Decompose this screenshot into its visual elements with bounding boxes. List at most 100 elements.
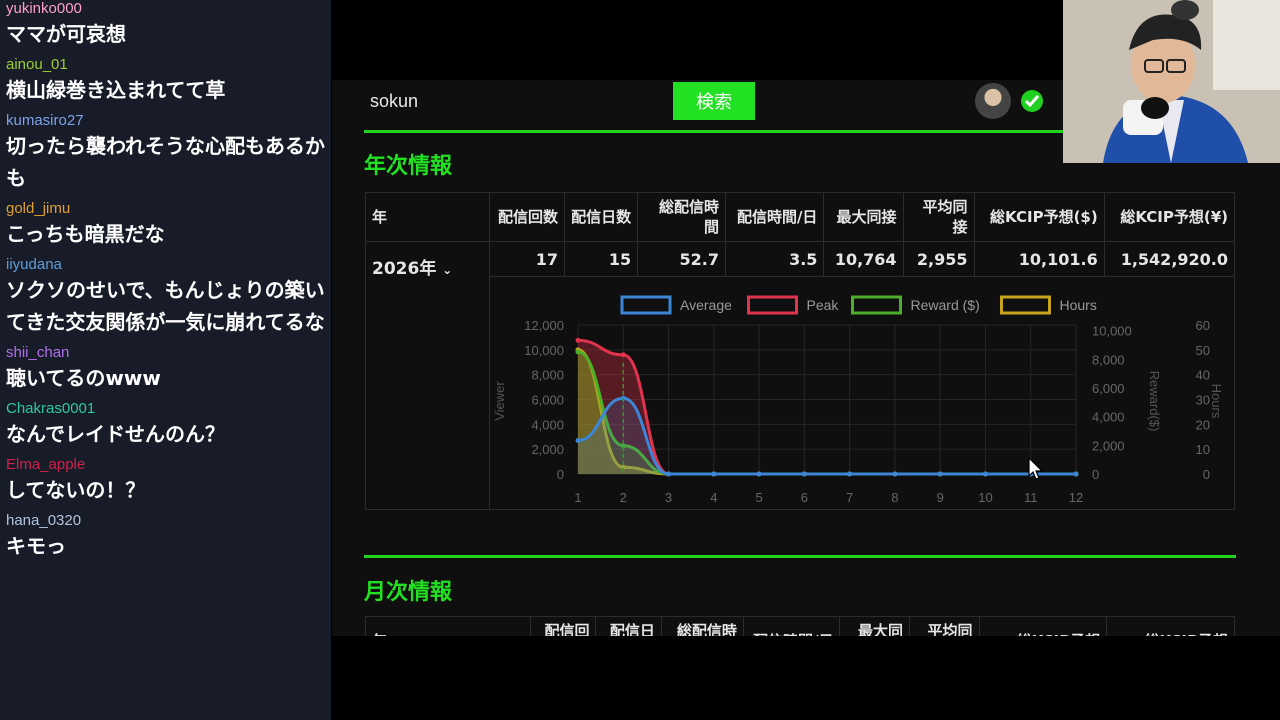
m-header-avg-viewers: 平均同接 [909, 616, 980, 636]
chat-text: こっちも暗黒だな [6, 222, 165, 246]
username-label: sokun [370, 91, 419, 111]
header-stream-days: 配信日数 [564, 192, 639, 242]
mouse-cursor-icon [1028, 457, 1044, 480]
m-header-kcip-jpy: 総KCIP予想 [1106, 616, 1235, 636]
chat-text: してないの！？ [6, 478, 146, 502]
y2-tick-label: 2,000 [1092, 438, 1125, 453]
y3-tick-label: 60 [1196, 318, 1210, 333]
x-tick-label: 6 [801, 490, 808, 505]
m-header-year: 年 [364, 616, 532, 636]
data-point [711, 471, 717, 477]
chat-message: gold_jimu こっちも暗黒だな [0, 200, 331, 250]
section-divider-monthly [364, 555, 1236, 558]
chevron-down-icon: ⌄ [442, 263, 453, 277]
chat-message: iiyudana ソクソのせいで、もんじょりの築いてきた交友関係が一気に崩れてるな [0, 256, 331, 338]
chat-text: ソクソのせいで、もんじょりの築いてきた交友関係が一気に崩れてるな [6, 278, 325, 334]
y2-tick-label: 0 [1092, 467, 1099, 482]
chat-username[interactable]: Chakras0001 [6, 400, 331, 418]
cell-stream-count: 17 [488, 241, 566, 277]
legend-label: Reward ($) [911, 297, 980, 313]
m-header-kcip-usd: 総KCIP予想 [978, 616, 1108, 636]
y3-axis-title: Hours [1209, 384, 1224, 419]
year-cell: 2026年 ⌄ [365, 241, 490, 510]
y-tick-label: 6,000 [531, 393, 564, 408]
annual-title: 年次情報 [364, 154, 453, 179]
header-stream-count: 配信回数 [488, 192, 566, 242]
y-axis-title: Viewer [492, 381, 507, 421]
chat-username[interactable]: ainou_01 [6, 56, 331, 74]
y2-axis-title: Reward($) [1147, 371, 1162, 432]
y2-tick-label: 10,000 [1092, 324, 1132, 339]
y2-tick-label: 6,000 [1092, 381, 1125, 396]
x-tick-label: 9 [937, 490, 944, 505]
legend-label: Average [680, 297, 732, 313]
y-tick-label: 12,000 [524, 318, 564, 333]
data-point [756, 471, 762, 477]
m-header-stream-days: 配信日数 [595, 616, 662, 636]
data-point [575, 437, 581, 443]
data-point [937, 471, 943, 477]
chat-text: 横山緑巻き込まれてて草 [6, 78, 226, 102]
chart-svg: 12,00010,0008,0006,0004,0002,000010,0008… [492, 295, 1224, 505]
header-total-hours: 総配信時間 [637, 192, 726, 242]
x-tick-label: 8 [891, 490, 898, 505]
chat-message: kumasiro27 切ったら襲われそうな心配もあるかも [0, 112, 331, 194]
chat-message: yukinko000 ママが可哀想 [0, 0, 331, 50]
x-tick-label: 3 [665, 490, 672, 505]
y-tick-label: 10,000 [524, 343, 564, 358]
x-tick-label: 10 [978, 490, 992, 505]
chat-message: ainou_01 横山緑巻き込まれてて草 [0, 56, 331, 106]
header-max-viewers: 最大同接 [823, 192, 904, 242]
y3-tick-label: 40 [1196, 368, 1210, 383]
chat-username[interactable]: hana_0320 [6, 512, 331, 530]
data-point [575, 349, 581, 355]
legend-swatch [851, 295, 902, 315]
legend-label: Peak [807, 297, 840, 313]
chat-username[interactable]: gold_jimu [6, 200, 331, 218]
y-tick-label: 8,000 [531, 368, 564, 383]
x-tick-label: 5 [755, 490, 762, 505]
data-point [892, 471, 898, 477]
cell-stream-days: 15 [564, 241, 639, 277]
chat-text: 聴いてるのwww [6, 366, 161, 390]
year-select[interactable]: 2026年 ⌄ [372, 259, 452, 279]
monthly-table: 年 配信回数 配信日数 総配信時間 配信時間/日 最大同接 平均同接 総KCIP… [364, 616, 1235, 636]
header-hours-per-day: 配信時間/日 [724, 192, 825, 242]
data-point [575, 337, 581, 343]
data-point [1073, 471, 1079, 477]
header-kcip-usd: 総KCIP予想($) [973, 192, 1105, 242]
chat-message: Elma_apple してないの！？ [0, 456, 331, 506]
chat-panel: yukinko000 ママが可哀想 ainou_01 横山緑巻き込まれてて草 kumas… [0, 0, 331, 720]
y-tick-label: 0 [557, 467, 564, 482]
streamer-figure [1063, 0, 1280, 163]
legend-label: Hours [1060, 297, 1097, 313]
data-point [982, 471, 988, 477]
avatar[interactable] [975, 83, 1011, 119]
page-content: sokun 検索 年次情報 年 配信回数 配信日数 総配信時間 配信時間/日 最… [332, 80, 1280, 636]
y2-tick-label: 8,000 [1092, 352, 1125, 367]
cell-total-hours: 52.7 [637, 241, 726, 277]
x-tick-label: 4 [710, 490, 717, 505]
check-icon [1021, 90, 1043, 112]
chat-username[interactable]: Elma_apple [6, 456, 331, 474]
data-point [847, 471, 853, 477]
chat-message: hana_0320 キモっ [0, 512, 331, 562]
header-avg-viewers: 平均同接 [902, 192, 975, 242]
x-tick-label: 2 [620, 490, 627, 505]
chat-text: なんでレイドせんのん？ [6, 422, 225, 446]
letterbox-bottom [332, 636, 1280, 720]
m-header-stream-count: 配信回数 [530, 616, 597, 636]
cell-kcip-usd: 10,101.6 [973, 241, 1105, 277]
legend-swatch [1000, 295, 1051, 315]
chat-username[interactable]: iiyudana [6, 256, 331, 274]
chat-username[interactable]: shii_chan [6, 344, 331, 362]
chat-username[interactable]: yukinko000 [6, 0, 331, 18]
legend-swatch [747, 295, 798, 315]
cell-hours-per-day: 3.5 [724, 241, 825, 277]
search-button[interactable]: 検索 [673, 82, 755, 120]
m-header-total-hours: 総配信時間 [660, 616, 744, 636]
x-tick-label: 11 [1024, 490, 1038, 505]
cell-avg-viewers: 2,955 [902, 241, 975, 277]
x-tick-label: 12 [1069, 490, 1083, 505]
chat-username[interactable]: kumasiro27 [6, 112, 331, 130]
